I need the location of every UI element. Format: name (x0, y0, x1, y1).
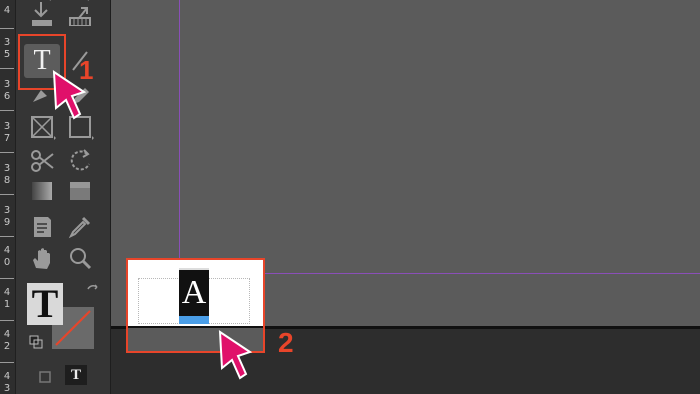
ruler-number: 0 (3, 257, 11, 268)
ruler-number: 4 (3, 371, 11, 382)
note-icon (34, 217, 51, 237)
ruler-tick (0, 28, 14, 29)
ruler-tick (0, 110, 14, 111)
zoom-icon (70, 248, 92, 270)
ruler-tick (0, 236, 14, 237)
ruler-number: 3 (3, 163, 11, 174)
scissors-icon (31, 150, 54, 172)
content-collector-tool[interactable] (25, 0, 59, 26)
pointer-cursor-icon (218, 330, 253, 380)
ruler-number: 4 (3, 287, 11, 298)
zoom-tool[interactable] (63, 244, 97, 274)
ruler-number: 3 (3, 205, 11, 216)
ruler-number: 7 (3, 133, 11, 144)
ruler-number: 5 (3, 49, 11, 60)
eyedropper-tool[interactable] (63, 212, 97, 242)
hand-tool[interactable] (25, 244, 59, 274)
horizontal-guide[interactable] (265, 273, 700, 274)
scissors-tool[interactable] (25, 146, 59, 176)
ruler-tick (0, 362, 14, 363)
vertical-ruler[interactable]: 4 3 5 3 6 3 7 3 8 3 9 4 0 4 1 4 2 4 3 (0, 0, 16, 394)
ruler-number: 3 (3, 383, 11, 394)
ruler-number: 4 (3, 245, 11, 256)
gradient-feather-icon (70, 182, 90, 200)
default-colors-icon (29, 335, 43, 349)
ruler-number: 8 (3, 175, 11, 186)
ruler-number: 1 (3, 299, 11, 310)
rotate-icon (70, 149, 90, 171)
eyedropper-icon (68, 216, 91, 239)
content-placer-icon (69, 0, 91, 26)
gradient-swatch-tool[interactable] (25, 176, 59, 206)
ruler-number: 9 (3, 217, 11, 228)
ruler-tick (0, 194, 14, 195)
fill-swatch[interactable]: T (27, 283, 63, 325)
ruler-number: 4 (3, 5, 11, 16)
hand-icon (33, 248, 50, 269)
text-format-icon: T (70, 366, 81, 383)
swap-arrow-icon (87, 284, 98, 290)
note-tool[interactable] (25, 212, 59, 242)
ruler-number: 3 (3, 79, 11, 90)
apply-text-button[interactable]: T (65, 365, 87, 385)
container-icon (39, 371, 51, 383)
pointer-cursor-icon (52, 70, 87, 120)
apply-container-button[interactable] (36, 368, 54, 386)
content-placer-tool[interactable] (63, 0, 97, 26)
swap-fill-stroke-button[interactable] (84, 282, 102, 300)
content-collector-icon (32, 0, 52, 26)
step-2-label: 2 (278, 327, 294, 358)
ruler-tick (0, 278, 14, 279)
default-fill-stroke-button[interactable] (28, 334, 44, 350)
ruler-tick (0, 152, 14, 153)
ruler-number: 6 (3, 91, 11, 102)
ruler-number: 4 (3, 329, 11, 340)
ruler-number: 3 (3, 37, 11, 48)
formatting-affects-text-icon: T (31, 281, 59, 326)
rotate-tool[interactable] (63, 146, 97, 176)
ruler-number: 2 (3, 341, 11, 352)
gradient-feather-tool[interactable] (63, 176, 97, 206)
ruler-tick (0, 320, 14, 321)
ruler-tick (0, 68, 14, 69)
gradient-swatch-icon (32, 182, 52, 200)
ruler-number: 3 (3, 121, 11, 132)
